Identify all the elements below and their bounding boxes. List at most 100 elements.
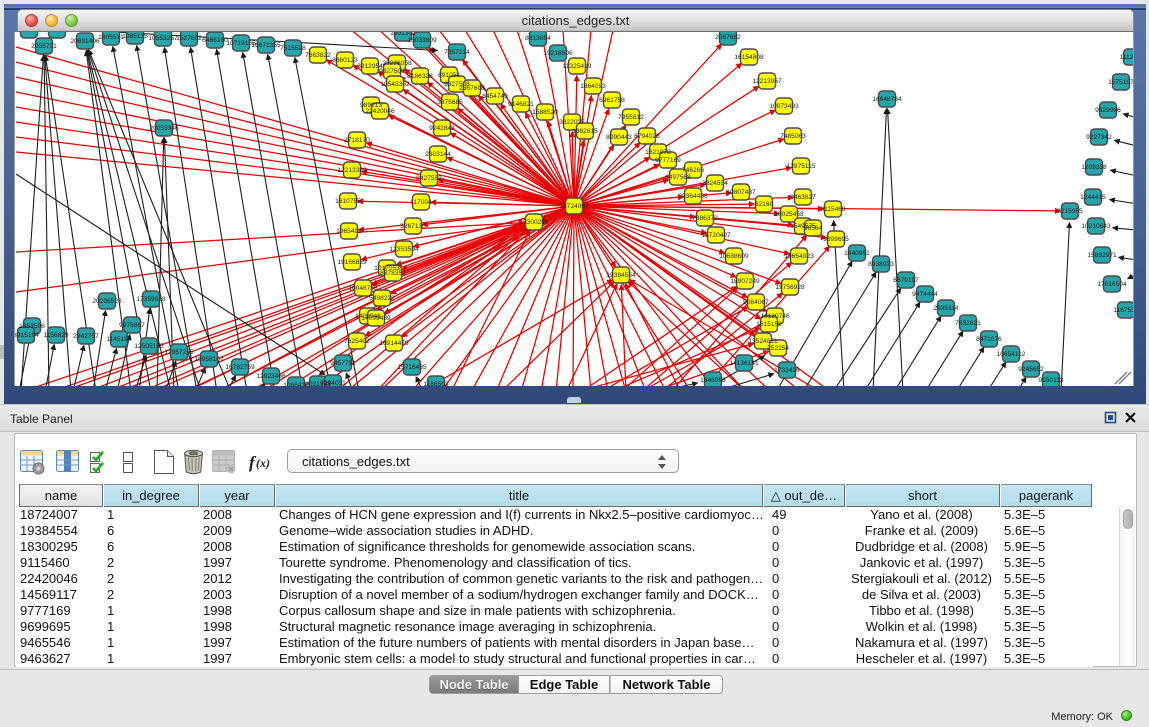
svg-text:2010305: 2010305 (44, 32, 70, 34)
svg-text:18907249: 18907249 (730, 278, 760, 285)
svg-text:3824554: 3824554 (702, 180, 728, 187)
svg-text:7294051: 7294051 (320, 380, 346, 386)
svg-text:19756928: 19756928 (775, 284, 805, 291)
svg-text:12975115: 12975115 (787, 163, 816, 170)
svg-text:20691406: 20691406 (70, 38, 100, 45)
svg-text:746266: 746266 (682, 167, 704, 174)
svg-text:10973493: 10973493 (769, 103, 799, 110)
svg-text:5498222: 5498222 (369, 295, 395, 302)
svg-text:3822037: 3822037 (559, 119, 585, 126)
svg-text:20364436: 20364436 (678, 193, 708, 200)
svg-text:9329966: 9329966 (1095, 107, 1121, 114)
svg-text:9084067: 9084067 (743, 299, 769, 306)
svg-text:20206526: 20206526 (92, 298, 122, 305)
svg-text:1853501: 1853501 (16, 32, 42, 34)
svg-text:9975867: 9975867 (119, 322, 145, 329)
svg-text:9227342: 9227342 (1086, 134, 1112, 141)
svg-text:6961758: 6961758 (599, 97, 625, 104)
svg-text:(x): (x) (256, 456, 270, 470)
svg-text:18724007: 18724007 (559, 203, 589, 210)
svg-text:19384554: 19384554 (606, 272, 636, 279)
svg-text:1527602: 1527602 (176, 35, 202, 42)
svg-text:18300295: 18300295 (519, 219, 549, 226)
svg-text:62160: 62160 (755, 201, 774, 208)
svg-text:2055721: 2055721 (31, 43, 57, 50)
svg-text:9327509: 9327509 (379, 68, 405, 75)
svg-text:17359928: 17359928 (136, 296, 166, 303)
svg-text:19166829: 19166829 (337, 259, 367, 266)
svg-text:8878352: 8878352 (380, 270, 406, 277)
svg-text:10553267: 10553267 (148, 35, 178, 42)
svg-text:7886372: 7886372 (692, 215, 718, 222)
svg-text:1615152: 1615152 (756, 321, 782, 328)
svg-text:2718170: 2718170 (344, 137, 370, 144)
svg-text:1167533: 1167533 (1113, 307, 1134, 314)
svg-text:3915194: 3915194 (15, 332, 39, 339)
svg-text:1805571: 1805571 (98, 34, 124, 41)
svg-text:891054: 891054 (438, 72, 460, 79)
svg-text:7357224: 7357224 (444, 49, 470, 56)
svg-text:8186328: 8186328 (407, 73, 433, 80)
svg-text:23226058: 23226058 (382, 60, 412, 67)
svg-text:12505135: 12505135 (134, 343, 164, 350)
svg-text:10807487: 10807487 (726, 189, 756, 196)
svg-text:16671355: 16671355 (251, 42, 281, 49)
svg-text:9245652: 9245652 (1018, 366, 1044, 373)
svg-text:19218506: 19218506 (543, 50, 573, 57)
svg-text:1640951: 1640951 (844, 250, 870, 257)
svg-text:14136141: 14136141 (729, 360, 759, 367)
svg-text:7485063: 7485063 (780, 133, 806, 140)
svg-text:1575107: 1575107 (1108, 79, 1134, 86)
svg-text:1112305: 1112305 (1120, 54, 1134, 61)
svg-text:8990443: 8990443 (606, 134, 632, 141)
svg-text:14099489: 14099489 (361, 315, 391, 322)
svg-text:13524851: 13524851 (748, 338, 778, 345)
svg-text:8471676: 8471676 (976, 336, 1002, 343)
svg-text:96564: 96564 (804, 225, 823, 232)
svg-text:22420046: 22420046 (365, 108, 395, 115)
svg-text:16914479: 16914479 (379, 340, 409, 347)
svg-text:8660123: 8660123 (332, 57, 358, 64)
svg-text:7515528: 7515528 (280, 45, 306, 52)
svg-text:10210643: 10210643 (1081, 223, 1111, 230)
svg-text:8813054: 8813054 (525, 35, 551, 42)
svg-text:9777169: 9777169 (655, 157, 681, 164)
svg-text:1610755: 1610755 (335, 198, 361, 205)
svg-text:10543362: 10543362 (380, 81, 410, 88)
svg-text:1588520: 1588520 (532, 109, 558, 116)
svg-text:8938923: 8938923 (868, 261, 894, 268)
svg-text:10688609: 10688609 (719, 253, 749, 260)
svg-text:6879197: 6879197 (893, 277, 919, 284)
svg-text:16154808: 16154808 (734, 54, 764, 61)
svg-text:1733426: 1733426 (774, 367, 800, 374)
svg-text:2803144: 2803144 (425, 151, 451, 158)
svg-text:7955812: 7955812 (618, 114, 644, 121)
svg-text:12353594: 12353594 (389, 246, 419, 253)
svg-text:16782759: 16782759 (225, 364, 255, 371)
svg-text:6497568: 6497568 (665, 174, 691, 181)
svg-text:2367608: 2367608 (459, 85, 485, 92)
svg-text:117004: 117004 (410, 199, 432, 206)
svg-text:11325419: 11325419 (563, 63, 592, 70)
svg-text:1864093: 1864093 (580, 83, 606, 90)
svg-text:1362615: 1362615 (572, 128, 598, 135)
svg-text:6466160: 6466160 (202, 37, 228, 44)
svg-text:6794028: 6794028 (634, 133, 660, 140)
svg-text:1209338: 1209338 (1081, 164, 1107, 171)
svg-text:10046758: 10046758 (348, 285, 378, 292)
svg-text:16648784: 16648784 (872, 96, 902, 103)
svg-text:17016504: 17016504 (1097, 281, 1127, 288)
svg-text:3267130: 3267130 (400, 223, 426, 230)
svg-text:1965492: 1965492 (336, 228, 362, 235)
svg-text:12213389: 12213389 (337, 167, 367, 174)
svg-text:17957255: 17957255 (164, 349, 194, 356)
svg-text:9474444: 9474444 (912, 291, 938, 298)
svg-text:1085135: 1085135 (122, 33, 148, 40)
svg-text:16033809: 16033809 (407, 37, 437, 44)
svg-text:1621072: 1621072 (645, 149, 671, 156)
svg-text:12213967: 12213967 (752, 78, 782, 85)
svg-text:9463627: 9463627 (790, 194, 816, 201)
svg-text:15716485: 15716485 (397, 364, 427, 371)
svg-text:8215955: 8215955 (1057, 208, 1083, 215)
svg-text:9457791: 9457791 (330, 360, 356, 367)
